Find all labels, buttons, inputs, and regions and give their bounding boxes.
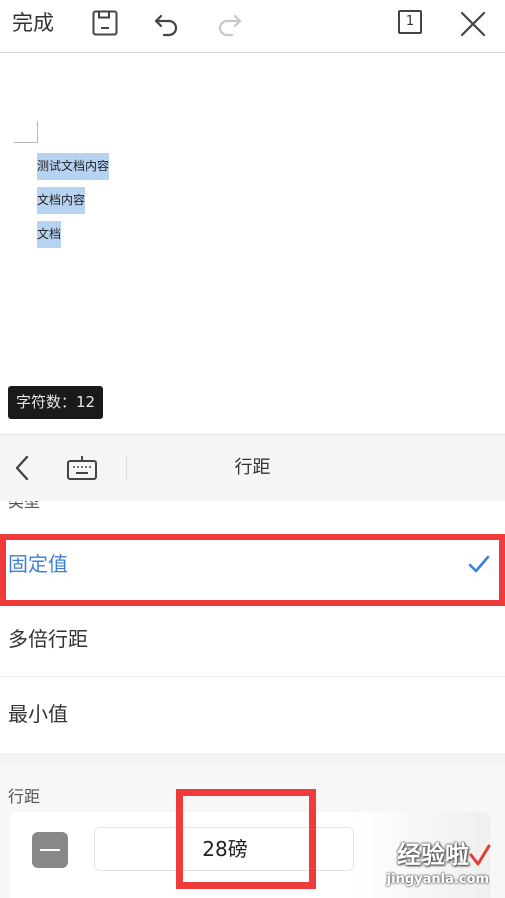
- selected-text-line[interactable]: 文档: [37, 221, 62, 248]
- save-icon[interactable]: [90, 8, 120, 38]
- option-label: 最小值: [8, 702, 68, 726]
- watermark-subtext: jingyanla.com: [386, 872, 489, 887]
- option-label: 固定值: [8, 552, 68, 576]
- done-button[interactable]: 完成: [12, 8, 54, 38]
- margin-marker: [14, 142, 38, 143]
- option-label: 多倍行距: [8, 627, 88, 651]
- undo-icon[interactable]: [152, 8, 182, 38]
- checkmark-icon: [469, 844, 491, 868]
- watermark: 经验啦 jingyanla.com: [361, 840, 491, 896]
- option-minimum-value[interactable]: 最小值: [0, 677, 505, 752]
- close-icon[interactable]: [458, 9, 488, 39]
- document-canvas[interactable]: 测试文档内容 文档内容 文档 字符数：12: [0, 53, 505, 433]
- header-divider: [126, 455, 127, 481]
- spacing-section-label: 行距: [8, 787, 41, 806]
- option-multiple-spacing[interactable]: 多倍行距: [0, 602, 505, 677]
- decrement-button[interactable]: [32, 832, 68, 868]
- char-count-label: 字符数：: [16, 393, 77, 411]
- screen: 完成 1 测试文档内容 文档内容 文档 字符数：12 行距 类型 固定值 多倍行…: [0, 0, 505, 898]
- section-gap: [0, 753, 505, 765]
- redo-icon[interactable]: [214, 8, 244, 38]
- char-count-value: 12: [76, 393, 96, 411]
- keyboard-icon[interactable]: [66, 455, 98, 481]
- type-section-label: 类型: [8, 501, 41, 511]
- chevron-left-icon[interactable]: [10, 453, 36, 483]
- char-count-badge: 字符数：12: [8, 386, 104, 419]
- spacing-value: 28磅: [202, 837, 248, 861]
- check-icon: [467, 553, 491, 575]
- type-section: 类型 固定值 多倍行距 最小值: [0, 501, 505, 753]
- selected-text-line[interactable]: 文档内容: [37, 187, 86, 214]
- page-count-icon[interactable]: 1: [398, 10, 422, 34]
- panel-header: 行距: [0, 434, 505, 502]
- margin-marker: [37, 121, 38, 143]
- watermark-text: 经验啦: [397, 841, 469, 869]
- option-fixed-value[interactable]: 固定值: [0, 527, 505, 602]
- selected-text-line[interactable]: 测试文档内容: [37, 153, 110, 180]
- top-toolbar: 完成 1: [0, 0, 505, 53]
- spacing-value-field[interactable]: 28磅: [94, 827, 354, 871]
